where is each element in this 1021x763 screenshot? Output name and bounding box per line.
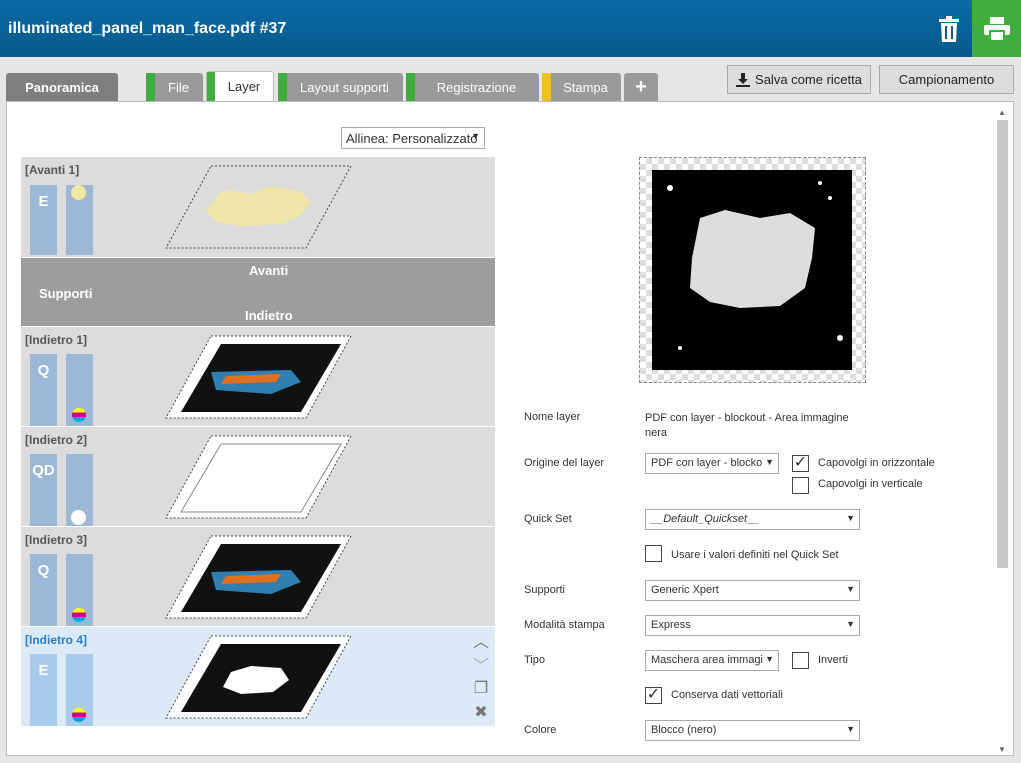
scrollbar-thumb[interactable] xyxy=(997,120,1008,568)
layer-row-indietro-2[interactable]: [Indietro 2] QD xyxy=(21,427,495,526)
invert-checkbox[interactable] xyxy=(792,652,809,669)
print-button[interactable] xyxy=(972,0,1021,57)
yellow-dot-icon xyxy=(71,185,86,200)
type-label: Tipo xyxy=(524,654,545,666)
cmy-icon xyxy=(72,608,86,622)
title-bar: illuminated_panel_man_face.pdf #37 xyxy=(0,0,1021,57)
tab-stampa[interactable]: Stampa xyxy=(542,73,621,101)
quickset-label: Quick Set xyxy=(524,513,572,525)
sampling-button[interactable]: Campionamento xyxy=(879,65,1014,94)
layer-name-label: Nome layer xyxy=(524,411,581,423)
layer-row-indietro-1[interactable]: [Indietro 1] Q xyxy=(21,327,495,426)
document-title: illuminated_panel_man_face.pdf #37 xyxy=(8,20,287,37)
layer-thumbnail xyxy=(165,165,352,249)
layer-row-indietro-4[interactable]: [Indietro 4] E xyxy=(21,627,495,726)
layer-bar xyxy=(66,185,93,255)
keep-vector-checkbox[interactable]: ✓ xyxy=(645,687,662,704)
color-label: Colore xyxy=(524,724,557,736)
origin-select[interactable]: PDF con layer - blocko ▼ xyxy=(645,453,779,474)
printer-icon xyxy=(983,16,1010,41)
layer-thumbnail xyxy=(165,335,352,419)
media-label: Supporti xyxy=(524,584,565,596)
media-select[interactable]: Generic Xpert ▼ xyxy=(645,580,860,601)
flip-horizontal-checkbox[interactable]: ✓ xyxy=(792,455,809,472)
delete-icon[interactable]: ✖ xyxy=(472,702,490,722)
origin-label: Origine del layer xyxy=(524,457,605,469)
media-separator: Avanti Supporti Indietro xyxy=(21,258,495,326)
tab-panoramica[interactable]: Panoramica xyxy=(6,73,118,101)
align-select[interactable]: Allinea: Personalizzato ▼ xyxy=(341,127,485,149)
trash-icon[interactable] xyxy=(926,11,972,47)
white-dot-icon xyxy=(71,510,86,525)
add-tab-button[interactable]: + xyxy=(624,73,658,101)
print-mode-label: Modalità stampa xyxy=(524,619,605,631)
layer-name-value: PDF con layer - blockout - Area immagine… xyxy=(645,412,849,439)
tab-layout-supporti[interactable]: Layout supporti xyxy=(278,73,403,101)
tab-file[interactable]: File xyxy=(146,73,203,101)
layer-thumbnail xyxy=(165,635,352,719)
cmy-icon xyxy=(72,708,86,722)
print-mode-select[interactable]: Express ▼ xyxy=(645,615,860,636)
cmy-icon xyxy=(72,408,86,422)
layer-row-indietro-3[interactable]: [Indietro 3] Q xyxy=(21,527,495,626)
chevron-down-icon[interactable]: ﹀ xyxy=(472,652,490,676)
layer-row-avanti-1[interactable]: [Avanti 1] E xyxy=(21,157,495,257)
layer-preview xyxy=(639,157,866,383)
layer-thumbnail xyxy=(165,535,352,619)
layer-label: [Avanti 1] xyxy=(25,163,80,177)
quickset-select[interactable]: __Default_Quickset__ ▼ xyxy=(645,509,860,530)
color-select[interactable]: Blocco (nero) ▼ xyxy=(645,720,860,741)
copy-icon[interactable]: ❐ xyxy=(472,678,490,698)
layer-bar: E xyxy=(30,185,57,255)
type-select[interactable]: Maschera area immagi ▼ xyxy=(645,650,779,671)
chevron-up-icon[interactable]: ︿ xyxy=(472,628,490,652)
download-icon xyxy=(736,72,751,87)
layer-thumbnail xyxy=(165,435,352,519)
flip-vertical-checkbox[interactable] xyxy=(792,477,809,494)
tab-layer[interactable]: Layer xyxy=(206,71,274,101)
use-quickset-checkbox[interactable] xyxy=(645,545,662,562)
save-recipe-button[interactable]: Salva come ricetta xyxy=(727,65,871,94)
tab-registrazione[interactable]: Registrazione xyxy=(406,73,539,101)
